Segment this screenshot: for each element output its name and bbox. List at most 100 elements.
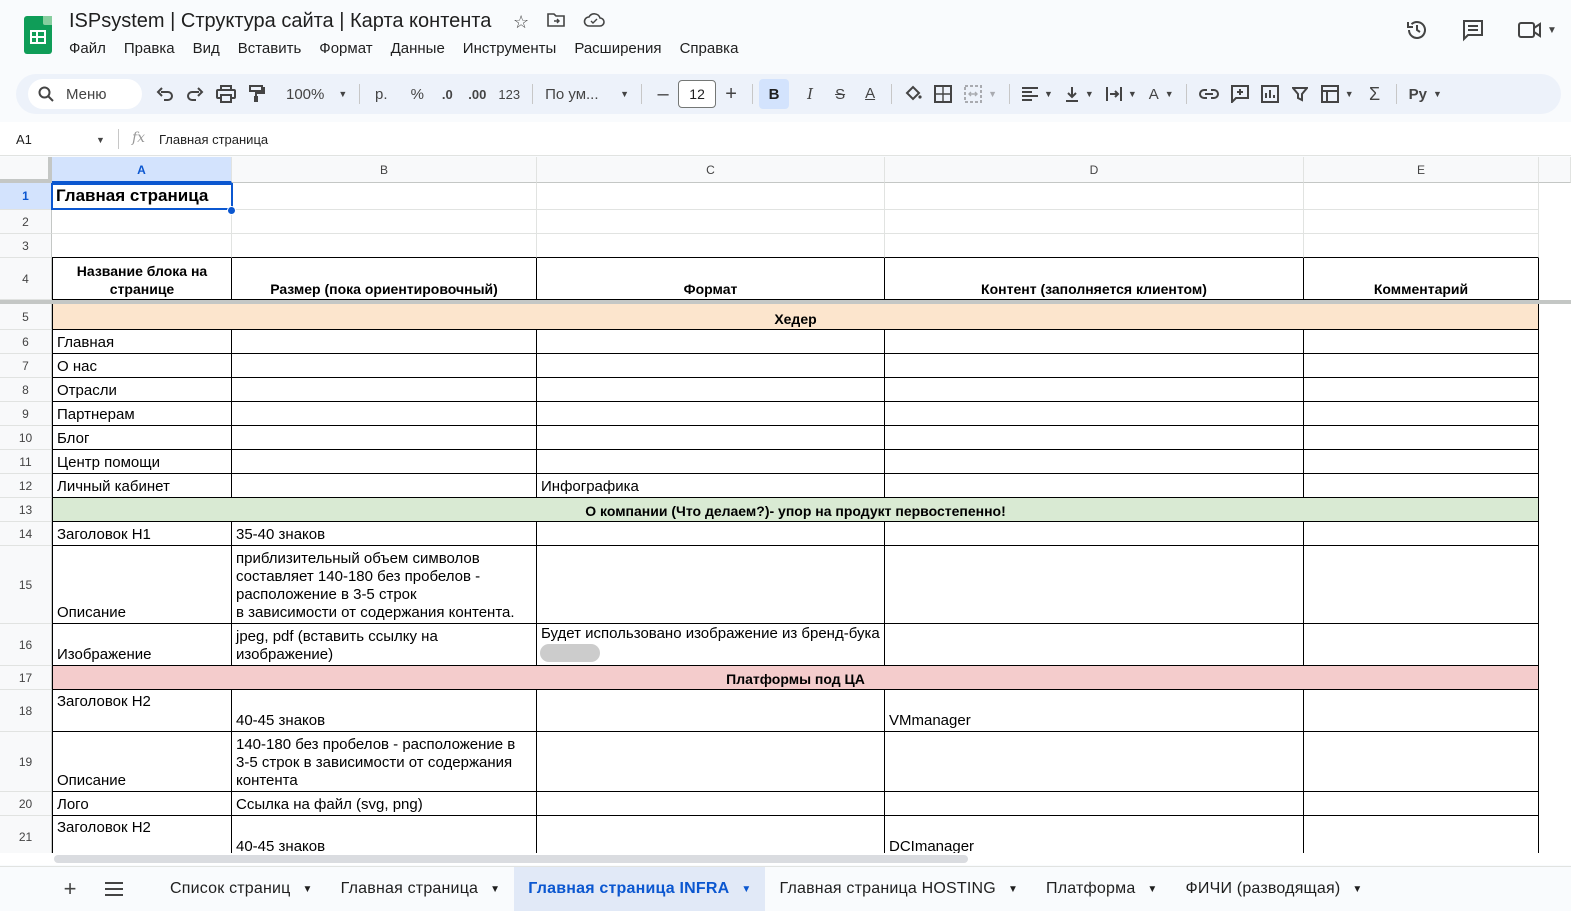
decrease-decimal-button[interactable]: .0 — [432, 79, 462, 109]
chevron-down-icon[interactable]: ▼ — [490, 884, 500, 895]
row-header-17[interactable]: 17 — [0, 666, 52, 690]
filter-icon[interactable] — [1285, 79, 1315, 109]
cell-c3[interactable] — [537, 234, 885, 258]
column-header-b[interactable]: B — [232, 157, 537, 183]
fill-color-icon[interactable] — [898, 79, 928, 109]
cell-a21[interactable]: Заголовок H2 — [52, 816, 232, 853]
band-about[interactable]: О компании (Что делаем?)- упор на продук… — [52, 498, 1539, 522]
text-rotation-icon[interactable]: A ▼ — [1143, 79, 1180, 109]
cell-d3[interactable] — [885, 234, 1304, 258]
menu-edit[interactable]: Правка — [124, 40, 184, 57]
menu-insert[interactable]: Вставить — [238, 40, 311, 57]
filter-views-icon[interactable]: ▼ — [1315, 79, 1360, 109]
cell-a8[interactable]: Отрасли — [52, 378, 232, 402]
cell-a3[interactable] — [52, 234, 232, 258]
cell-c10[interactable] — [537, 426, 885, 450]
horizontal-align-icon[interactable]: ▼ — [1016, 79, 1059, 109]
row-header-6[interactable]: 6 — [0, 330, 52, 354]
cell-e21[interactable] — [1304, 816, 1539, 853]
cell-c9[interactable] — [537, 402, 885, 426]
menu-search[interactable]: Меню — [28, 79, 142, 109]
sheet-tab-main-infra[interactable]: Главная страница INFRA ▼ — [514, 867, 766, 911]
cloud-status-icon[interactable] — [583, 12, 605, 33]
menu-file[interactable]: Файл — [69, 40, 115, 57]
row-header-19[interactable]: 19 — [0, 732, 52, 792]
cell-e8[interactable] — [1304, 378, 1539, 402]
cell-a10[interactable]: Блог — [52, 426, 232, 450]
redo-icon[interactable] — [180, 79, 210, 109]
cell-c15[interactable] — [537, 546, 885, 624]
chevron-down-icon[interactable]: ▼ — [741, 884, 751, 895]
row-header-18[interactable]: 18 — [0, 690, 52, 732]
more-formats-button[interactable]: 123 — [492, 79, 526, 109]
cell-a16[interactable]: Изображение — [52, 624, 232, 666]
menu-data[interactable]: Данные — [391, 40, 454, 57]
cell-b16[interactable]: jpeg, pdf (вставить ссылку на изображени… — [232, 624, 537, 666]
chevron-down-icon[interactable]: ▼ — [96, 135, 105, 145]
sheet-tab-pages-list[interactable]: Список страниц ▼ — [156, 867, 327, 911]
vertical-align-icon[interactable]: ▼ — [1059, 79, 1100, 109]
menu-extensions[interactable]: Расширения — [574, 40, 670, 57]
cell-e7[interactable] — [1304, 354, 1539, 378]
cell-a18[interactable]: Заголовок H2 — [52, 690, 232, 732]
cell-b6[interactable] — [232, 330, 537, 354]
cell-b4[interactable]: Размер (пока ориентировочный) — [232, 258, 537, 300]
row-header-4[interactable]: 4 — [0, 258, 52, 300]
menu-view[interactable]: Вид — [193, 40, 229, 57]
cell-e10[interactable] — [1304, 426, 1539, 450]
cell-e15[interactable] — [1304, 546, 1539, 624]
row-header-8[interactable]: 8 — [0, 378, 52, 402]
strikethrough-icon[interactable]: S — [825, 79, 855, 109]
cell-c14[interactable] — [537, 522, 885, 546]
comments-icon[interactable] — [1459, 16, 1487, 44]
insert-comment-icon[interactable] — [1225, 79, 1255, 109]
undo-icon[interactable] — [150, 79, 180, 109]
cell-e6[interactable] — [1304, 330, 1539, 354]
cell-c20[interactable] — [537, 792, 885, 816]
cell-e11[interactable] — [1304, 450, 1539, 474]
print-icon[interactable] — [210, 79, 242, 109]
fill-handle[interactable] — [227, 206, 236, 215]
move-folder-icon[interactable] — [547, 12, 565, 33]
paint-format-icon[interactable] — [242, 79, 272, 109]
bold-button[interactable]: B — [759, 79, 790, 109]
cell-a6[interactable]: Главная — [52, 330, 232, 354]
cell-d14[interactable] — [885, 522, 1304, 546]
cell-c11[interactable] — [537, 450, 885, 474]
menu-format[interactable]: Формат — [319, 40, 381, 57]
cell-c12[interactable]: Инфографика — [537, 474, 885, 498]
cell-b19[interactable]: 140-180 без пробелов - расположение в 3-… — [232, 732, 537, 792]
cell-d8[interactable] — [885, 378, 1304, 402]
percent-format-button[interactable]: % — [402, 79, 432, 109]
star-icon[interactable]: ☆ — [513, 12, 529, 33]
row-header-12[interactable]: 12 — [0, 474, 52, 498]
chevron-down-icon[interactable]: ▼ — [1352, 884, 1362, 895]
cell-c6[interactable] — [537, 330, 885, 354]
cell-b20[interactable]: Ссылка на файл (svg, png) — [232, 792, 537, 816]
meet-icon[interactable]: ▼ — [1515, 16, 1559, 44]
version-history-icon[interactable] — [1403, 16, 1431, 44]
borders-icon[interactable] — [928, 79, 958, 109]
cell-d9[interactable] — [885, 402, 1304, 426]
cell-a4[interactable]: Название блока на странице — [52, 258, 232, 300]
row-header-20[interactable]: 20 — [0, 792, 52, 816]
cell-c4[interactable]: Формат — [537, 258, 885, 300]
row-header-16[interactable]: 16 — [0, 624, 52, 666]
image-chip[interactable] — [540, 644, 600, 662]
horizontal-scrollbar[interactable] — [0, 853, 1571, 865]
text-color-icon[interactable]: A — [855, 79, 885, 109]
cell-e16[interactable] — [1304, 624, 1539, 666]
row-header-1[interactable]: 1 — [0, 183, 52, 210]
cell-d16[interactable] — [885, 624, 1304, 666]
cell-a20[interactable]: Лого — [52, 792, 232, 816]
cell-b18[interactable]: 40-45 знаков — [232, 690, 537, 732]
chevron-down-icon[interactable]: ▼ — [303, 884, 313, 895]
row-header-14[interactable]: 14 — [0, 522, 52, 546]
cell-a9[interactable]: Партнерам — [52, 402, 232, 426]
merge-cells-icon[interactable]: ▼ — [958, 79, 1003, 109]
cell-d10[interactable] — [885, 426, 1304, 450]
increase-font-size-button[interactable]: + — [716, 79, 746, 109]
cell-e14[interactable] — [1304, 522, 1539, 546]
insert-chart-icon[interactable] — [1255, 79, 1285, 109]
row-header-9[interactable]: 9 — [0, 402, 52, 426]
